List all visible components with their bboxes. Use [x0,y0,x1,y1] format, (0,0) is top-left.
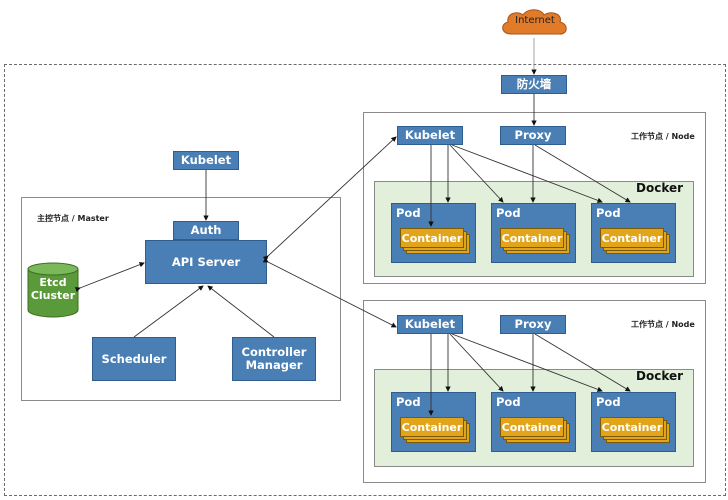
node2-docker-label: Docker [636,369,684,383]
node1-proxy[interactable]: Proxy [500,126,566,145]
firewall[interactable]: 防火墙 [501,75,567,94]
etcd-label: Etcd Cluster [30,276,76,302]
controller-manager[interactable]: Controller Manager [232,337,316,381]
container[interactable]: Container [500,228,564,248]
pod-label: Pod [596,395,621,409]
node-title-2: 工作节点 / Node [631,320,695,329]
pod-label: Pod [496,395,521,409]
container[interactable]: Container [400,417,464,437]
node1-kubelet[interactable]: Kubelet [397,126,463,145]
internet-label: Internet [515,15,555,26]
pod-label: Pod [596,206,621,220]
auth-box[interactable]: Auth [173,221,239,240]
container[interactable]: Container [500,417,564,437]
node2-kubelet[interactable]: Kubelet [397,315,463,334]
pod-label: Pod [396,395,421,409]
api-server[interactable]: API Server [145,240,267,284]
node1-pod-3[interactable]: Pod Container [591,203,676,263]
node2-pod-1[interactable]: Pod Container [391,392,476,452]
node1-pod-1[interactable]: Pod Container [391,203,476,263]
node1-docker-label: Docker [636,181,684,195]
internet-cloud: Internet [497,6,573,40]
scheduler[interactable]: Scheduler [92,337,176,381]
node-title-1: 工作节点 / Node [631,132,695,141]
container[interactable]: Container [600,417,664,437]
pod-label: Pod [496,206,521,220]
container[interactable]: Container [400,228,464,248]
node2-pod-2[interactable]: Pod Container [491,392,576,452]
etcd-cluster[interactable]: Etcd Cluster [27,262,79,318]
node2-proxy[interactable]: Proxy [500,315,566,334]
pod-label: Pod [396,206,421,220]
master-kubelet[interactable]: Kubelet [173,151,239,170]
container[interactable]: Container [600,228,664,248]
master-title: 主控节点 / Master [37,214,109,223]
node1-pod-2[interactable]: Pod Container [491,203,576,263]
node2-pod-3[interactable]: Pod Container [591,392,676,452]
